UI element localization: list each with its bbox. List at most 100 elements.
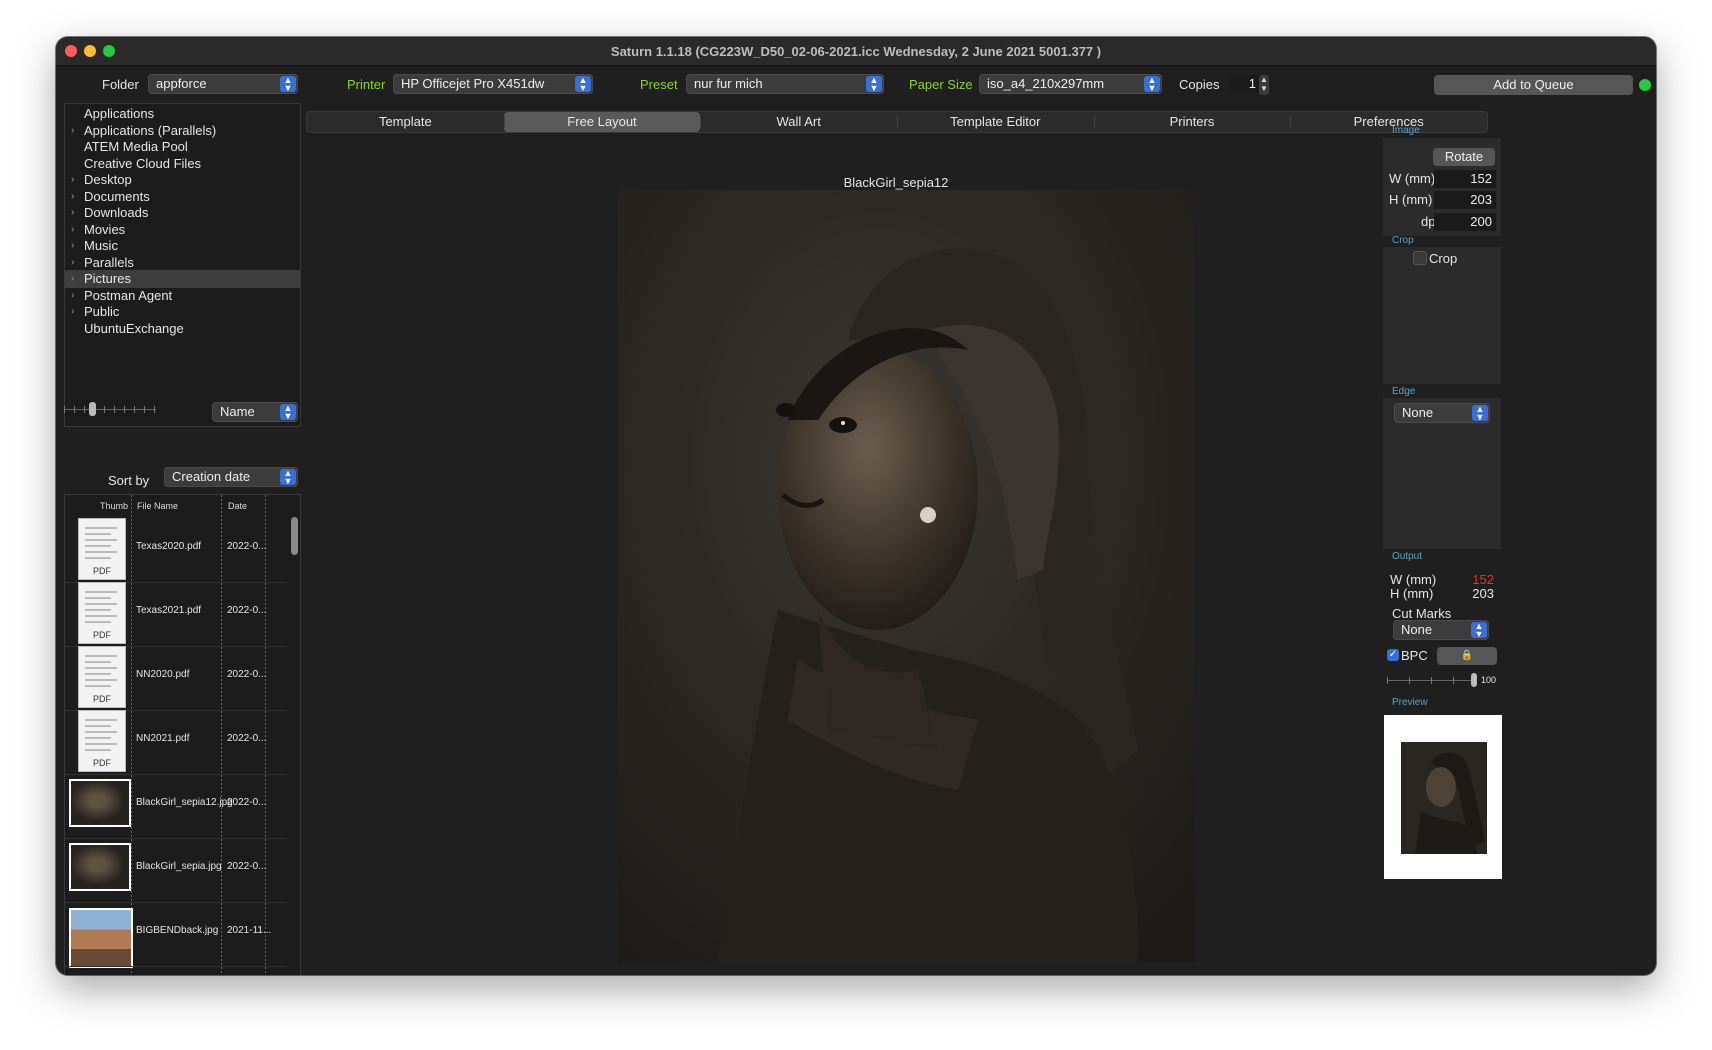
tab-printers[interactable]: Printers <box>1094 112 1291 132</box>
slider-tick <box>64 406 65 413</box>
table-row[interactable]: PDF Texas2020.pdf 2022-0... <box>65 513 287 583</box>
folder-item[interactable]: › Applications (Parallels) <box>65 122 300 140</box>
printer-popup[interactable]: HP Officejet Pro X451dw ▲ ▼ <box>393 74 593 94</box>
table-row[interactable]: BlackGirl_sepia12.jpg 2022-0... <box>65 769 287 839</box>
file-name-cell: NN2020.pdf <box>136 669 190 680</box>
preset-popup[interactable]: nur fur mich ▲ ▼ <box>686 74 884 94</box>
disclosure-chevron-icon[interactable]: › <box>71 237 74 255</box>
table-row[interactable]: BIGBENDback.jpg 2021-11... <box>65 897 287 968</box>
column-header-date[interactable]: Date <box>228 501 247 511</box>
folder-item[interactable]: › Parallels <box>65 254 300 272</box>
slider-knob[interactable] <box>89 402 96 416</box>
folder-item[interactable]: ATEM Media Pool <box>65 138 300 156</box>
file-date-cell: 2022-0... <box>227 797 267 808</box>
output-width-label: W (mm) <box>1390 572 1437 587</box>
file-thumbnail <box>68 836 132 900</box>
sort-by-label: Sort by <box>108 473 150 488</box>
folder-popup[interactable]: appforce ▲ ▼ <box>148 74 298 94</box>
column-header-thumb[interactable]: Thumb <box>100 501 128 511</box>
file-thumbnail: PDF <box>68 580 132 644</box>
folder-item[interactable]: › Public <box>65 303 300 321</box>
dpi-field[interactable]: 200 <box>1434 213 1496 231</box>
folder-tree: Applications › Applications (Parallels) ATE… <box>64 103 301 427</box>
app-window: Saturn 1.1.18 (CG223W_D50_02-06-2021.icc… <box>56 37 1656 975</box>
tab-wall-art[interactable]: Wall Art <box>700 112 897 132</box>
disclosure-chevron-icon[interactable]: › <box>71 270 74 288</box>
paper-size-label: Paper Size <box>909 77 973 92</box>
table-row[interactable]: PDF Texas2021.pdf 2022-0... <box>65 577 287 647</box>
canvas-photo[interactable] <box>618 190 1195 962</box>
portrait-photo-image <box>618 190 1195 962</box>
folder-item[interactable]: › Pictures <box>65 270 300 288</box>
crop-checkbox[interactable] <box>1413 251 1427 265</box>
view-mode-popup[interactable]: Name ▲ ▼ <box>212 402 298 422</box>
folder-item-label: Desktop <box>84 172 132 187</box>
folder-item[interactable]: › Postman Agent <box>65 287 300 305</box>
file-list-scrollbar[interactable] <box>289 495 300 975</box>
add-to-queue-button[interactable]: Add to Queue <box>1434 75 1633 95</box>
disclosure-chevron-icon[interactable]: › <box>71 122 74 140</box>
cut-marks-label: Cut Marks <box>1392 606 1452 621</box>
tab-preferences[interactable]: Preferences <box>1290 112 1487 132</box>
output-slider[interactable] <box>1387 673 1479 687</box>
folder-item[interactable]: › Documents <box>65 188 300 206</box>
printer-popup-value: HP Officejet Pro X451dw <box>401 76 545 91</box>
cut-marks-popup[interactable]: None ▲ ▼ <box>1393 620 1489 640</box>
folder-item[interactable]: › Desktop <box>65 171 300 189</box>
edge-popup[interactable]: None ▲ ▼ <box>1394 403 1490 423</box>
tab-separator <box>503 116 505 128</box>
file-name-cell: BlackGirl_sepia.jpg <box>136 861 222 872</box>
output-height-value: 203 <box>1472 586 1494 601</box>
image-width-field[interactable]: 152 <box>1434 170 1496 188</box>
canvas-image-title: BlackGirl_sepia12 <box>843 175 949 190</box>
folder-item[interactable]: Applications <box>65 105 300 123</box>
disclosure-chevron-icon[interactable]: › <box>71 303 74 321</box>
tab-separator <box>897 116 898 128</box>
disclosure-chevron-icon[interactable]: › <box>71 287 74 305</box>
paper-size-popup[interactable]: iso_a4_210x297mm ▲ ▼ <box>979 74 1162 94</box>
table-row[interactable]: BlackGirl_sepia.jpg 2022-0... <box>65 833 287 903</box>
folder-item[interactable]: › Movies <box>65 221 300 239</box>
pdf-document-icon: PDF <box>78 582 126 644</box>
folder-item[interactable]: › Downloads <box>65 204 300 222</box>
copies-field[interactable]: 1 <box>1230 75 1260 93</box>
disclosure-chevron-icon[interactable]: › <box>71 188 74 206</box>
disclosure-chevron-icon[interactable]: › <box>71 221 74 239</box>
folder-item[interactable]: Creative Cloud Files <box>65 155 300 173</box>
sort-by-popup[interactable]: Creation date ▲ ▼ <box>164 467 298 487</box>
table-row[interactable]: PDF NN2021.pdf 2022-0... <box>65 705 287 775</box>
folder-item[interactable]: › Music <box>65 237 300 255</box>
copies-stepper[interactable]: ▲ ▼ <box>1259 75 1269 95</box>
pdf-badge: PDF <box>93 694 111 704</box>
tab-template-editor[interactable]: Template Editor <box>897 112 1094 132</box>
tab-separator <box>1290 116 1292 128</box>
column-header-file-name[interactable]: File Name <box>137 501 178 511</box>
thumbnail-size-slider[interactable] <box>64 402 156 416</box>
file-date-cell: 2022-0... <box>227 733 267 744</box>
table-row[interactable]: PDF NN2020.pdf 2022-0... <box>65 641 287 711</box>
disclosure-chevron-icon[interactable]: › <box>71 204 74 222</box>
folder-item-label: Music <box>84 238 118 253</box>
photo-thumbnail <box>69 843 131 891</box>
disclosure-chevron-icon[interactable]: › <box>71 254 74 272</box>
preset-label: Preset <box>640 77 678 92</box>
slider-tick <box>134 406 135 413</box>
folder-item[interactable]: UbuntuExchange <box>65 320 300 338</box>
disclosure-chevron-icon[interactable]: › <box>71 171 74 189</box>
slider-knob[interactable] <box>1471 673 1477 687</box>
lock-button[interactable]: 🔒 <box>1437 647 1497 665</box>
rotate-button[interactable]: Rotate <box>1433 148 1495 166</box>
image-height-field[interactable]: 203 <box>1434 191 1496 209</box>
file-thumbnail <box>68 900 133 968</box>
pdf-badge: PDF <box>93 566 111 576</box>
folder-popup-value: appforce <box>156 76 207 91</box>
pdf-badge: PDF <box>93 630 111 640</box>
tab-separator <box>700 116 702 128</box>
scrollbar-thumb[interactable] <box>291 517 298 555</box>
slider-tick <box>114 406 115 413</box>
preset-popup-value: nur fur mich <box>694 76 763 91</box>
bpc-checkbox[interactable]: ✓ <box>1387 649 1399 661</box>
tab-template[interactable]: Template <box>307 112 504 132</box>
tab-free-layout[interactable]: Free Layout <box>503 112 701 132</box>
crop-section-label: Crop <box>1392 235 1414 246</box>
